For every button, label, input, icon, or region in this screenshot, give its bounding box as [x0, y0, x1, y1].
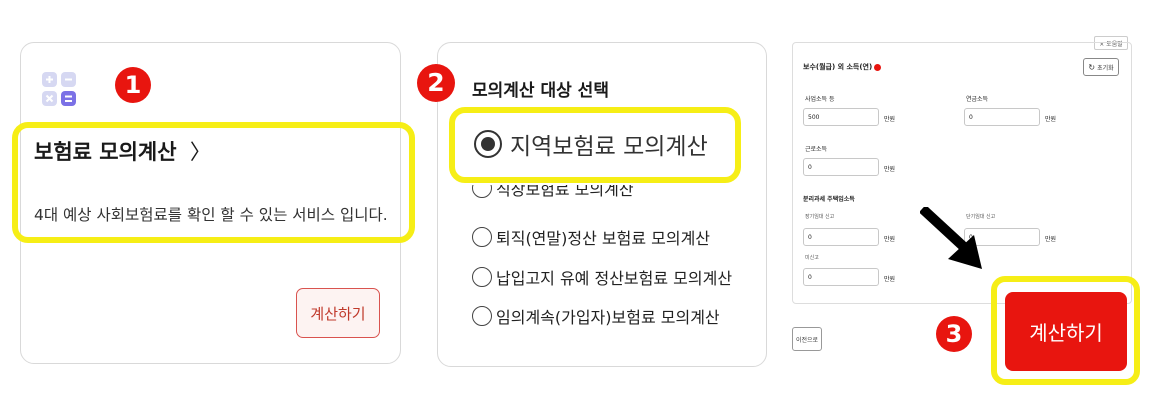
separate-tax-title: 분리과세 주택임소득	[803, 196, 855, 203]
radio-option-voluntary[interactable]: 임의계속(가입자)보험료 모의계산	[472, 304, 720, 328]
unreported-label: 미신고	[805, 255, 819, 261]
chevron-right-icon: 〉	[189, 140, 211, 164]
radio-option-deferred[interactable]: 납입고지 유예 정산보험료 모의계산	[472, 265, 732, 289]
radio-label: 지역보험료 모의계산	[510, 134, 708, 160]
unit-label: 만원	[884, 116, 896, 123]
target-selection-heading: 모의계산 대상 선택	[472, 81, 609, 101]
unit-label: 만원	[884, 166, 896, 173]
pension-income-input[interactable]: 0	[964, 108, 1040, 126]
reset-button[interactable]: ↻ 초기화	[1083, 58, 1119, 76]
pointer-arrow-icon	[918, 204, 988, 271]
unit-label: 만원	[1045, 116, 1057, 123]
step2-number-badge: 2	[417, 64, 455, 102]
pension-income-label: 연금소득	[966, 96, 989, 103]
unreported-input[interactable]: 0	[803, 268, 879, 286]
service-description: 4대 예상 사회보험료를 확인 할 수 있는 서비스 입니다.	[34, 206, 388, 224]
unit-label: 만원	[884, 236, 896, 243]
radio-label: 퇴직(연말)정산 보험료 모의계산	[496, 229, 711, 248]
income-section-title: 보수(월급) 외 소득(연)	[803, 62, 882, 72]
labor-income-label: 근로소득	[805, 146, 828, 153]
info-icon	[874, 63, 882, 71]
long-term-rent-label: 장기임대 신고	[805, 214, 835, 220]
radio-label: 납입고지 유예 정산보험료 모의계산	[496, 269, 733, 288]
radio-button[interactable]	[472, 306, 492, 326]
calculator-icon	[42, 72, 76, 106]
radio-option-regional[interactable]: 지역보험료 모의계산	[474, 127, 708, 161]
income-section-title-text: 보수(월급) 외 소득(연)	[803, 63, 873, 71]
radio-button[interactable]	[472, 227, 492, 247]
reset-label: 초기화	[1097, 64, 1114, 72]
business-income-label: 사업소득 등	[805, 96, 835, 103]
radio-dot-icon	[481, 137, 495, 151]
radio-button[interactable]	[472, 267, 492, 287]
service-title[interactable]: 보험료 모의계산 〉	[34, 136, 211, 166]
unit-label: 만원	[884, 276, 896, 283]
prev-button[interactable]: 이전으로	[792, 327, 822, 351]
radio-label: 임의계속(가입자)보험료 모의계산	[496, 308, 720, 327]
step1-number-badge: 1	[115, 67, 151, 103]
calculate-button[interactable]: 계산하기	[1005, 292, 1127, 371]
service-title-text: 보험료 모의계산	[34, 140, 177, 164]
long-term-rent-input[interactable]: 0	[803, 228, 879, 246]
business-income-input[interactable]: 500	[803, 108, 879, 126]
refresh-icon: ↻	[1088, 62, 1096, 72]
calculate-button-small[interactable]: 계산하기	[296, 288, 380, 338]
step3-number-badge: 3	[936, 316, 972, 352]
radio-selected[interactable]	[474, 130, 502, 158]
labor-income-input[interactable]: 0	[803, 158, 879, 176]
unit-label: 만원	[1045, 236, 1057, 243]
radio-option-retirement[interactable]: 퇴직(연말)정산 보험료 모의계산	[472, 225, 710, 249]
